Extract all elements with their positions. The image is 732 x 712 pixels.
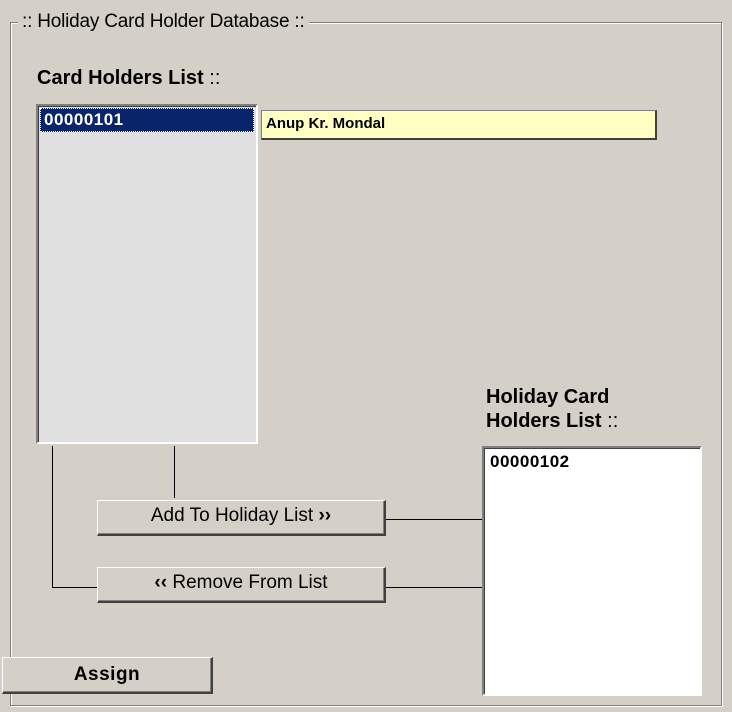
card-holders-list-item[interactable]: 00000101 xyxy=(40,108,254,132)
selected-card-holder-name: Anup Kr. Mondal xyxy=(261,110,657,140)
assign-button[interactable]: Assign xyxy=(2,657,213,694)
holiday-label-line2: Holders List xyxy=(486,410,602,432)
connector-line xyxy=(52,446,53,588)
connector-line xyxy=(174,446,175,498)
groupbox-title: :: Holiday Card Holder Database :: xyxy=(18,10,309,34)
holiday-label-line1: Holiday Card xyxy=(486,386,610,408)
left-arrows-icon: ‹‹ xyxy=(154,572,168,593)
card-holders-listbox[interactable]: 00000101 xyxy=(36,104,258,444)
remove-button-label: Remove From List xyxy=(172,572,328,593)
connector-line xyxy=(386,587,482,588)
card-holders-list-label-text: Card Holders List xyxy=(37,67,204,89)
connector-line xyxy=(386,519,482,520)
remove-from-list-button[interactable]: ‹‹ Remove From List xyxy=(97,567,386,603)
holiday-card-holders-list-label: Holiday Card Holders List :: xyxy=(486,385,618,433)
holiday-list-item[interactable]: 00000102 xyxy=(486,450,698,474)
connector-line xyxy=(52,587,98,588)
holiday-card-holders-listbox[interactable]: 00000102 xyxy=(482,446,702,696)
card-holders-list-label-suffix: :: xyxy=(203,67,221,89)
holiday-label-suffix: :: xyxy=(601,410,619,432)
right-arrows-icon: ›› xyxy=(318,505,332,526)
add-button-label: Add To Holiday List xyxy=(150,505,314,526)
add-to-holiday-list-button[interactable]: Add To Holiday List ›› xyxy=(97,500,386,536)
card-holders-list-label: Card Holders List :: xyxy=(37,66,220,90)
